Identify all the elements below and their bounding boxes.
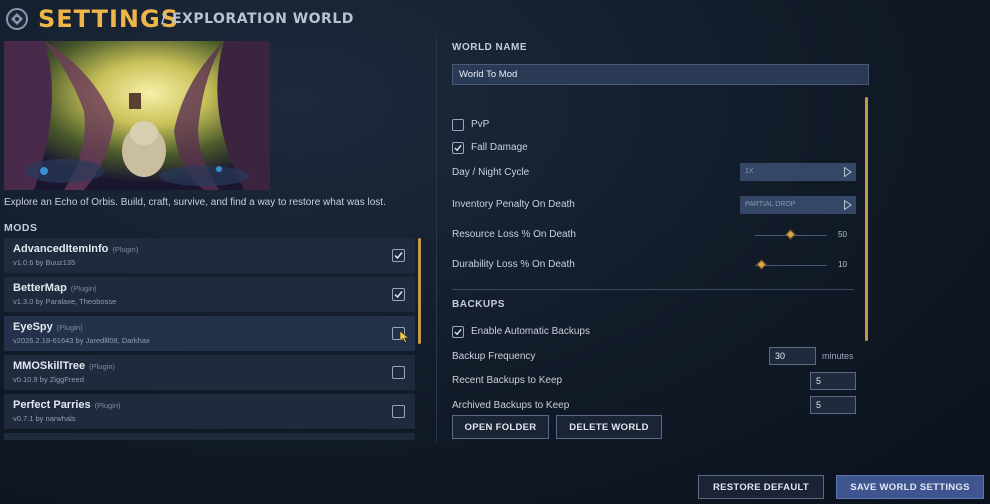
section-divider — [452, 289, 854, 290]
durability-loss-slider-thumb[interactable] — [756, 259, 767, 270]
backup-frequency-input[interactable]: 30 — [769, 347, 816, 365]
day-night-label: Day / Night Cycle — [452, 167, 530, 178]
pvp-label: PvP — [471, 119, 490, 130]
world-name-input[interactable] — [452, 64, 869, 85]
checkmark-icon — [394, 291, 403, 299]
resource-loss-value: 50 — [838, 230, 847, 239]
mod-type: (Plugin) — [56, 323, 83, 332]
mod-type: (Plugin) — [89, 362, 115, 371]
mod-enabled-checkbox[interactable] — [392, 366, 405, 379]
resource-loss-label: Resource Loss % On Death — [452, 229, 576, 240]
inventory-penalty-select[interactable]: PARTIAL DROP — [740, 196, 856, 214]
page-title: SETTINGS — [38, 5, 179, 33]
world-preview-image — [4, 41, 270, 190]
backup-frequency-label: Backup Frequency — [452, 351, 536, 362]
mods-scrollbar[interactable] — [418, 238, 421, 344]
backups-heading: BACKUPS — [452, 299, 505, 310]
world-name-label: WORLD NAME — [452, 42, 527, 53]
mods-heading: MODS — [4, 222, 38, 234]
mod-row[interactable]: AdvancedItemInfo (Plugin) v1.0.6 by Buuz1… — [4, 238, 415, 273]
archived-backups-input[interactable]: 5 — [810, 396, 856, 414]
delete-world-button[interactable]: DELETE WORLD — [556, 415, 662, 439]
resource-loss-slider-thumb[interactable] — [785, 229, 796, 240]
recent-backups-label: Recent Backups to Keep — [452, 375, 563, 386]
mod-type: (Plugin) — [70, 284, 97, 293]
durability-loss-value: 10 — [838, 260, 847, 269]
archived-backups-label: Archived Backups to Keep — [452, 400, 570, 411]
mod-author: v1.3.0 by Paralaxe, Theobosse — [13, 297, 117, 306]
checkmark-icon — [454, 328, 462, 336]
backup-frequency-unit: minutes — [822, 351, 854, 361]
mod-row-partial — [4, 433, 415, 440]
mod-name: EyeSpy — [13, 321, 53, 333]
mod-row[interactable]: Perfect Parries (Plugin) v0.7.1 by narwha… — [4, 394, 415, 429]
mod-author: v0.10.9 by ZiggFreed — [13, 375, 84, 384]
save-world-settings-button[interactable]: SAVE WORLD SETTINGS — [836, 475, 984, 499]
mod-author: v1.0.6 by Buuz135 — [13, 258, 76, 267]
mod-author: v0.7.1 by narwhals — [13, 414, 76, 423]
mod-enabled-checkbox[interactable] — [392, 288, 405, 301]
page-subtitle: / EXPLORATION WORLD — [161, 11, 354, 27]
settings-scrollbar[interactable] — [865, 97, 868, 341]
mod-enabled-checkbox[interactable] — [392, 405, 405, 418]
recent-backups-input[interactable]: 5 — [810, 372, 856, 390]
enable-backups-checkbox[interactable] — [452, 326, 464, 338]
mod-name: BetterMap — [13, 282, 67, 294]
mouse-cursor-icon — [400, 331, 409, 343]
checkmark-icon — [454, 144, 462, 152]
mod-row[interactable]: BetterMap (Plugin) v1.3.0 by Paralaxe, Th… — [4, 277, 415, 312]
mod-type: (Plugin) — [94, 401, 121, 410]
inventory-penalty-value: PARTIAL DROP — [745, 201, 796, 208]
fall-damage-checkbox[interactable] — [452, 142, 464, 154]
checkmark-icon — [394, 252, 403, 260]
mod-row[interactable]: MMOSkillTree (Plugin) v0.10.9 by ZiggFree… — [4, 355, 415, 390]
inventory-penalty-label: Inventory Penalty On Death — [452, 199, 575, 210]
restore-default-button[interactable]: RESTORE DEFAULT — [698, 475, 824, 499]
world-description: Explore an Echo of Orbis. Build, craft, … — [4, 197, 386, 208]
play-arrow-icon — [844, 200, 852, 210]
day-night-value: 1X — [745, 168, 754, 175]
play-arrow-icon — [844, 167, 852, 177]
mod-name: MMOSkillTree — [13, 360, 86, 372]
mod-type: (Plugin) — [112, 245, 139, 254]
durability-loss-label: Durability Loss % On Death — [452, 259, 575, 270]
game-logo-icon — [6, 8, 28, 30]
enable-backups-label: Enable Automatic Backups — [471, 326, 590, 337]
fall-damage-label: Fall Damage — [471, 142, 528, 153]
open-folder-button[interactable]: OPEN FOLDER — [452, 415, 549, 439]
mod-row[interactable]: EyeSpy (Plugin) v2026.2.18-61643 by Jared… — [4, 316, 415, 351]
mod-author: v2026.2.18-61643 by Jaredlll08, Darkhax — [13, 336, 150, 345]
column-divider — [436, 38, 437, 442]
mod-name: Perfect Parries — [13, 399, 91, 411]
day-night-select[interactable]: 1X — [740, 163, 856, 181]
pvp-checkbox[interactable] — [452, 119, 464, 131]
mod-name: AdvancedItemInfo — [13, 243, 109, 255]
mod-enabled-checkbox[interactable] — [392, 249, 405, 262]
